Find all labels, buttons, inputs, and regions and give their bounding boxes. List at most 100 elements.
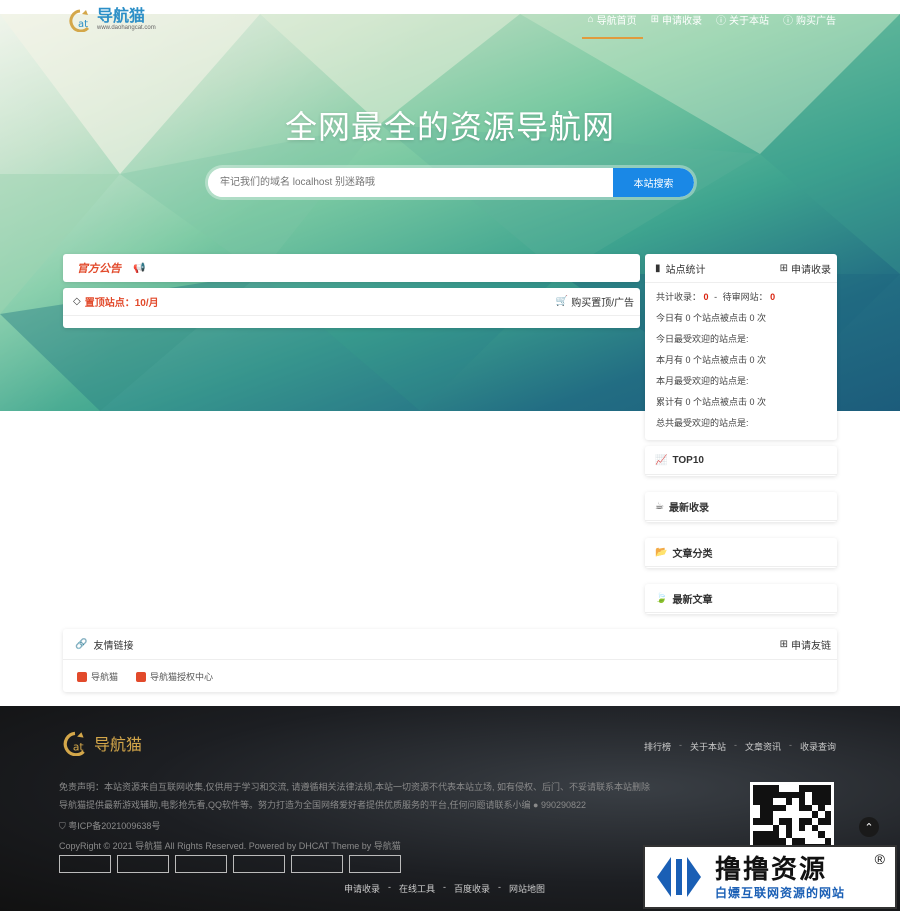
- site-stats-card: ▮ 站点统计 ⊞ 申请收录 共计收录： 0 - 待审网站： 0 今日有 0 个站…: [645, 254, 837, 440]
- stats-dash: -: [714, 292, 718, 302]
- footer-bottom-item[interactable]: 申请收录: [344, 882, 380, 895]
- watermark-banner: 撸撸资源 白嫖互联网资源的网站 ®: [643, 845, 897, 909]
- back-to-top-button[interactable]: ⌃: [859, 817, 879, 837]
- pending-label: 待审网站：: [722, 292, 768, 302]
- stats-line: 本月有 0 个站点被点击 0 次: [656, 355, 767, 365]
- icp-text: 粤ICP备2021009638号: [68, 821, 161, 831]
- badge-image[interactable]: [233, 855, 285, 873]
- main-nav: ⌂ 导航首页 ⊞ 申请收录 ⓘ 关于本站 ⓘ 购买广告: [581, 12, 836, 39]
- svg-text:at: at: [78, 19, 88, 30]
- svg-text:at: at: [73, 741, 84, 754]
- badge-image[interactable]: [175, 855, 227, 873]
- chevron-up-icon: ⌃: [864, 821, 874, 834]
- stats-line: 今日最受欢迎的站点是:: [656, 334, 749, 344]
- footer-bottom-item[interactable]: 在线工具: [399, 882, 435, 895]
- latest-articles-card[interactable]: 🍃 最新文章: [645, 584, 837, 614]
- notice-card: 官方公告 📢: [63, 254, 640, 282]
- plus-square-icon: ⊞: [779, 262, 788, 274]
- leaf-icon: 🍃: [655, 592, 668, 604]
- footer-bottom-item[interactable]: 网站地图: [509, 882, 545, 895]
- footer-logo[interactable]: at 导航猫: [60, 730, 142, 756]
- top10-card[interactable]: 📈 TOP10: [645, 446, 837, 476]
- footer-nav-item[interactable]: 排行榜: [644, 740, 671, 753]
- footer-logo-text: 导航猫: [94, 737, 143, 754]
- footer-bottom-nav: 申请收录 - 在线工具 - 百度收录 - 网站地图: [344, 882, 546, 895]
- logo-subtext: www.daohangcat.com: [97, 24, 156, 31]
- site-logo[interactable]: at 导航猫 www.daohangcat.com: [66, 7, 156, 33]
- friends-title: 友情链接: [93, 640, 134, 652]
- watermark-subtitle: 白嫖互联网资源的网站: [715, 885, 846, 900]
- diamond-icon: ◇: [73, 296, 81, 307]
- friend-link-label: 导航猫: [91, 672, 119, 682]
- article-category-title: 文章分类: [672, 548, 713, 560]
- friend-link[interactable]: 导航猫授权中心: [136, 670, 213, 683]
- search-button[interactable]: 本站搜索: [613, 168, 694, 197]
- pinned-sites-card: ◇ 置顶站点：10/月 🛒 购买置顶/广告: [63, 288, 640, 328]
- badge-image[interactable]: [349, 855, 401, 873]
- notice-title: 官方公告: [77, 263, 121, 275]
- latest-included-card[interactable]: ☕ 最新收录: [645, 492, 837, 522]
- nav-apply-label: 申请收录: [662, 16, 702, 27]
- footer-bottom-item[interactable]: 百度收录: [454, 882, 490, 895]
- intro-label: 导航猫提供最新游戏辅助,电影抢先看,QQ软件等。努力打造为全国网络爱好者提供优质…: [59, 800, 531, 810]
- shield-icon: ⛉: [59, 821, 66, 831]
- info-icon: ⓘ: [783, 16, 793, 27]
- apply-include-link[interactable]: ⊞ 申请收录: [780, 261, 831, 276]
- pending-value: 0: [770, 292, 776, 302]
- home-icon: ⌂: [587, 14, 594, 25]
- favicon-icon: [77, 671, 87, 682]
- qq-icon: ●: [533, 800, 539, 810]
- cat-logo-icon: at: [66, 8, 94, 33]
- buy-pin-label: 购买置顶/广告: [571, 298, 634, 309]
- search-bar: 本站搜索: [205, 165, 697, 200]
- logo-text: 导航猫: [97, 7, 146, 25]
- stats-line: 总共最受欢迎的站点是:: [656, 418, 749, 428]
- stats-line: 累计有 0 个站点被点击 0 次: [656, 397, 767, 407]
- intro-text: 导航猫提供最新游戏辅助,电影抢先看,QQ软件等。努力打造为全国网络爱好者提供优质…: [59, 798, 586, 811]
- qr-code: [750, 782, 834, 854]
- favicon-icon: [136, 671, 147, 682]
- nav-apply[interactable]: ⊞ 申请收录: [651, 12, 702, 39]
- registered-mark: ®: [874, 851, 885, 867]
- footer-nav-item[interactable]: 文章资讯: [745, 740, 781, 753]
- nav-ads[interactable]: ⓘ 购买广告: [783, 12, 836, 39]
- info-icon: ⓘ: [716, 16, 726, 27]
- badge-image[interactable]: [291, 855, 343, 873]
- watermark-logo-icon: [657, 857, 701, 897]
- buy-pin-link[interactable]: 🛒 购买置顶/广告: [556, 294, 634, 309]
- friend-links-card: 🔗 友情链接 ⊞ 申请友链 导航猫 导航猫授权中心: [63, 629, 837, 692]
- copyright-text: CopyRight © 2021 导航猫 All Rights Reserved…: [59, 841, 401, 851]
- link-icon: 🔗: [75, 638, 88, 650]
- cart-icon: 🛒: [555, 296, 569, 307]
- badge-image[interactable]: [59, 855, 111, 873]
- nav-ads-label: 购买广告: [796, 16, 836, 27]
- latest-articles-title: 最新文章: [672, 594, 713, 606]
- megaphone-icon: 📢: [133, 262, 146, 274]
- disclaimer-text: 免责声明：本站资源来自互联网收集,仅供用于学习和交流, 请遵循相关法律法规,本站…: [59, 782, 651, 792]
- apply-friend-link[interactable]: ⊞ 申请友链: [780, 637, 831, 652]
- stats-title: 站点统计: [665, 264, 706, 276]
- friend-link-label: 导航猫授权中心: [150, 672, 214, 682]
- total-value: 0: [703, 292, 709, 302]
- qq-number: 990290822: [540, 800, 587, 810]
- badge-image[interactable]: [117, 855, 169, 873]
- latest-included-title: 最新收录: [668, 502, 709, 514]
- nav-home[interactable]: ⌂ 导航首页: [581, 12, 643, 39]
- search-input[interactable]: [208, 168, 613, 197]
- article-category-card[interactable]: 📂 文章分类: [645, 538, 837, 568]
- icp-row[interactable]: ⛉ 粤ICP备2021009638号: [59, 819, 160, 832]
- watermark-title: 撸撸资源: [715, 853, 828, 884]
- coffee-icon: ☕: [655, 500, 664, 512]
- apply-include-label: 申请收录: [791, 264, 831, 276]
- nav-about[interactable]: ⓘ 关于本站: [716, 12, 769, 39]
- hero-title: 全网最全的资源导航网: [284, 109, 615, 145]
- stats-total-row: 共计收录： 0 - 待审网站： 0: [656, 287, 826, 308]
- friend-link[interactable]: 导航猫: [77, 670, 118, 683]
- stats-line: 本月最受欢迎的站点是:: [656, 376, 749, 386]
- bookmark-icon: ▮: [655, 262, 661, 274]
- apply-friend-label: 申请友链: [791, 640, 831, 652]
- pinned-title: 置顶站点：10/月: [84, 298, 159, 309]
- total-label: 共计收录：: [656, 292, 702, 302]
- footer-nav-item[interactable]: 关于本站: [690, 740, 726, 753]
- footer-nav-item[interactable]: 收录查询: [800, 740, 836, 753]
